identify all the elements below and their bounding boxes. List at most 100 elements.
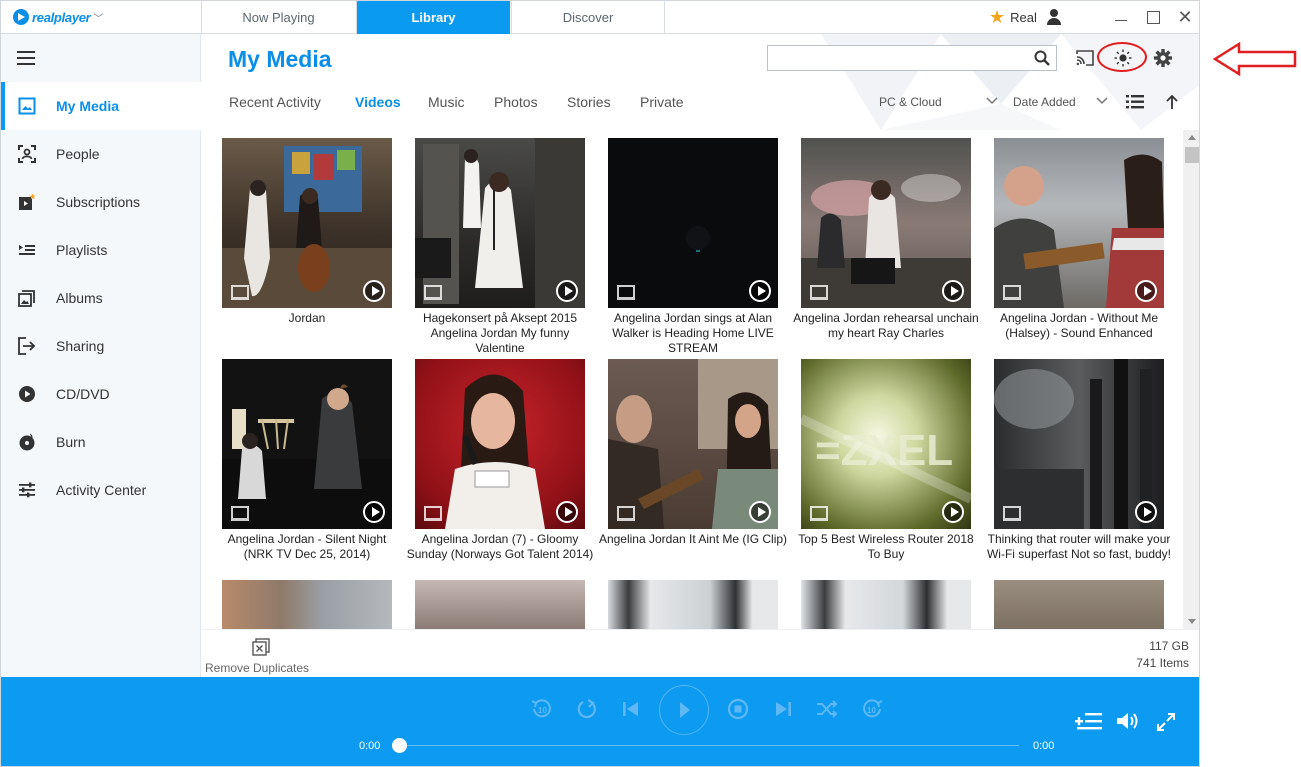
- play-overlay-icon[interactable]: [942, 501, 964, 523]
- video-thumbnail[interactable]: =ZXEL: [801, 359, 971, 529]
- sort-dropdown[interactable]: Date Added: [1013, 95, 1076, 109]
- video-card[interactable]: [801, 580, 971, 629]
- chevron-down-icon[interactable]: [985, 94, 999, 108]
- grid-scrollbar[interactable]: [1183, 130, 1199, 629]
- video-thumbnail[interactable]: [801, 138, 971, 308]
- user-icon[interactable]: [1045, 8, 1063, 26]
- thumbnail-select-icon[interactable]: [617, 506, 635, 521]
- play-overlay-icon[interactable]: [942, 280, 964, 302]
- fullscreen-icon[interactable]: [1156, 712, 1176, 732]
- close-button[interactable]: ✕: [1175, 7, 1195, 27]
- sidebar-item-my-media[interactable]: My Media: [1, 82, 201, 130]
- list-view-icon[interactable]: [1126, 95, 1144, 109]
- volume-icon[interactable]: [1115, 710, 1141, 732]
- playlist-queue-icon[interactable]: [1075, 710, 1103, 732]
- source-dropdown[interactable]: PC & Cloud: [879, 95, 942, 109]
- video-thumbnail[interactable]: [608, 138, 778, 308]
- subtab-videos[interactable]: Videos: [355, 94, 401, 110]
- video-thumbnail[interactable]: [222, 359, 392, 529]
- video-card[interactable]: Angelina Jordan - Without Me (Halsey) - …: [994, 138, 1164, 341]
- video-card[interactable]: Angelina Jordan rehearsal unchain my hea…: [793, 138, 979, 341]
- video-thumbnail[interactable]: [415, 580, 585, 629]
- search-box[interactable]: [767, 45, 1057, 71]
- remove-duplicates-button[interactable]: Remove Duplicates: [205, 661, 309, 675]
- video-thumbnail[interactable]: [994, 359, 1164, 529]
- sidebar-item-burn[interactable]: Burn: [1, 418, 201, 466]
- thumbnail-select-icon[interactable]: [231, 506, 249, 521]
- tab-library[interactable]: Library: [356, 1, 510, 34]
- video-card[interactable]: [222, 580, 392, 629]
- skip-back-10-icon[interactable]: 10: [530, 697, 554, 721]
- video-card[interactable]: Jordan: [222, 138, 392, 326]
- thumbnail-select-icon[interactable]: [424, 285, 442, 300]
- search-input[interactable]: [768, 46, 1018, 70]
- subtab-photos[interactable]: Photos: [494, 94, 538, 110]
- play-overlay-icon[interactable]: [1135, 280, 1157, 302]
- thumbnail-select-icon[interactable]: [810, 506, 828, 521]
- scroll-up-arrow-icon[interactable]: [1188, 135, 1196, 140]
- video-card[interactable]: Angelina Jordan - Silent Night (NRK TV D…: [222, 359, 392, 562]
- sidebar-item-sharing[interactable]: Sharing: [1, 322, 201, 370]
- video-card[interactable]: Thinking that router will make your Wi-F…: [987, 359, 1171, 562]
- sidebar-item-albums[interactable]: Albums: [1, 274, 201, 322]
- video-thumbnail[interactable]: [608, 359, 778, 529]
- video-card[interactable]: [415, 580, 585, 629]
- video-card[interactable]: [994, 580, 1164, 629]
- thumbnail-select-icon[interactable]: [424, 506, 442, 521]
- video-card[interactable]: Hagekonsert på Aksept 2015 Angelina Jord…: [415, 138, 585, 356]
- play-button[interactable]: [659, 685, 709, 735]
- video-thumbnail[interactable]: [608, 580, 778, 629]
- play-overlay-icon[interactable]: [749, 501, 771, 523]
- video-thumbnail[interactable]: [222, 138, 392, 308]
- sidebar-item-people[interactable]: People: [1, 130, 201, 178]
- subtab-music[interactable]: Music: [428, 94, 465, 110]
- video-card[interactable]: Angelina Jordan It Aint Me (IG Clip): [599, 359, 787, 547]
- tab-now-playing[interactable]: Now Playing: [201, 1, 355, 34]
- stop-icon[interactable]: [726, 697, 750, 721]
- thumbnail-select-icon[interactable]: [810, 285, 828, 300]
- video-card[interactable]: =ZXEL Top 5 Best Wireless Router 2018 To…: [798, 359, 974, 562]
- video-thumbnail[interactable]: [222, 580, 392, 629]
- scrollbar-thumb[interactable]: [1185, 147, 1199, 163]
- hamburger-menu-icon[interactable]: [17, 51, 35, 65]
- shuffle-icon[interactable]: [815, 697, 839, 721]
- subtab-recent-activity[interactable]: Recent Activity: [229, 94, 321, 110]
- sidebar-item-activity-center[interactable]: Activity Center: [1, 466, 201, 514]
- subtab-private[interactable]: Private: [640, 94, 684, 110]
- previous-track-icon[interactable]: [619, 697, 643, 721]
- video-card[interactable]: [608, 580, 778, 629]
- play-overlay-icon[interactable]: [749, 280, 771, 302]
- video-thumbnail[interactable]: [415, 138, 585, 308]
- thumbnail-select-icon[interactable]: [1003, 285, 1021, 300]
- replay-icon[interactable]: [575, 697, 599, 721]
- play-overlay-icon[interactable]: [556, 280, 578, 302]
- tab-discover[interactable]: Discover: [511, 1, 665, 34]
- play-overlay-icon[interactable]: [363, 501, 385, 523]
- video-thumbnail[interactable]: [994, 138, 1164, 308]
- scroll-down-arrow-icon[interactable]: [1188, 619, 1196, 624]
- remove-duplicates-icon[interactable]: [252, 638, 270, 656]
- video-thumbnail[interactable]: [801, 580, 971, 629]
- video-card[interactable]: Angelina Jordan sings at Alan Walker is …: [608, 138, 778, 356]
- cast-icon[interactable]: [1075, 48, 1095, 68]
- next-track-icon[interactable]: [771, 697, 795, 721]
- seek-bar[interactable]: [399, 745, 1019, 746]
- video-thumbnail[interactable]: [994, 580, 1164, 629]
- thumbnail-select-icon[interactable]: [231, 285, 249, 300]
- sidebar-item-cd-dvd[interactable]: CD/DVD: [1, 370, 201, 418]
- subtab-stories[interactable]: Stories: [567, 94, 611, 110]
- video-card[interactable]: Angelina Jordan (7) - Gloomy Sunday (Nor…: [407, 359, 593, 562]
- video-thumbnail[interactable]: [415, 359, 585, 529]
- thumbnail-select-icon[interactable]: [1003, 506, 1021, 521]
- skip-forward-10-icon[interactable]: 10: [860, 697, 884, 721]
- account-area[interactable]: ★ Real: [989, 8, 1063, 26]
- seek-handle[interactable]: [392, 738, 407, 753]
- play-overlay-icon[interactable]: [556, 501, 578, 523]
- search-icon[interactable]: [1034, 50, 1050, 66]
- realplayer-logo-menu[interactable]: realplayer ﹀: [13, 7, 103, 27]
- chevron-down-icon[interactable]: [1095, 94, 1109, 108]
- thumbnail-select-icon[interactable]: [617, 285, 635, 300]
- minimize-button[interactable]: [1111, 7, 1131, 27]
- play-overlay-icon[interactable]: [1135, 501, 1157, 523]
- gear-icon[interactable]: [1153, 48, 1173, 68]
